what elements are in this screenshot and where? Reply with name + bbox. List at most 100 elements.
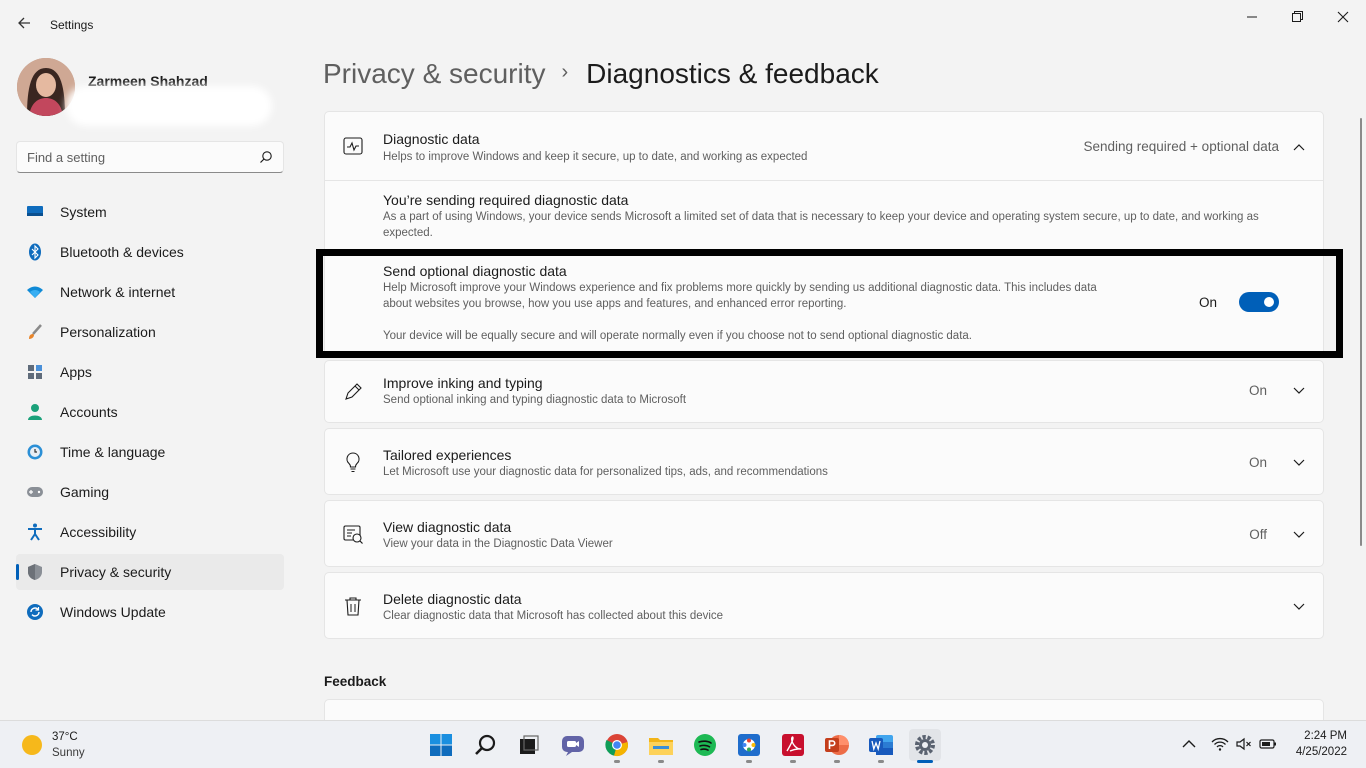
file-explorer-icon [649,738,673,755]
chrome-icon [605,734,628,756]
maximize-button[interactable] [1286,8,1308,26]
running-indicator [917,760,933,763]
sidebar-item-label: Time & language [60,444,166,460]
sidebar-item-accessibility[interactable]: Accessibility [16,514,284,550]
taskbar: 37°C Sunny 2:24 PM 4/25/2022 [0,720,1366,768]
chevron-down-icon[interactable] [1292,600,1306,614]
tailored-experiences-card[interactable]: Tailored experiences Let Microsoft use y… [324,428,1324,495]
optional-data-toggle-label: On [1198,295,1217,310]
diagnostic-data-title: Diagnostic data [383,131,480,147]
settings-app[interactable] [909,729,941,763]
data-viewer-icon [342,523,364,545]
task-view-button[interactable] [513,729,545,761]
optional-data-note: Your device will be equally secure and w… [383,330,972,342]
delete-data-title: Delete diagnostic data [383,591,522,607]
close-button[interactable] [1332,8,1354,26]
chevron-up-icon [1182,740,1196,748]
diagnostic-data-card: Diagnostic data Helps to improve Windows… [324,111,1324,356]
view-data-status: Off [1249,527,1267,542]
sidebar-item-apps[interactable]: Apps [16,354,284,390]
sidebar-item-label: Personalization [60,324,156,340]
chat-icon [562,736,584,756]
clock-time[interactable]: 2:24 PM [1304,730,1347,742]
chevron-down-icon[interactable] [1292,384,1306,398]
minimize-icon [1247,16,1257,18]
sidebar-item-label: Apps [60,364,92,380]
sidebar-item-label: Accounts [60,404,118,420]
photos-app[interactable] [733,729,765,763]
powerpoint-app[interactable] [821,729,853,763]
chevron-down-icon[interactable] [1292,528,1306,542]
search-box[interactable] [16,141,284,173]
running-indicator [746,760,752,763]
minimize-button[interactable] [1241,8,1263,26]
running-indicator [614,760,620,763]
shield-icon [26,563,44,581]
chevron-down-icon[interactable] [1292,456,1306,470]
start-button[interactable] [425,729,457,761]
sidebar-item-bluetooth[interactable]: Bluetooth & devices [16,234,284,270]
sidebar-item-network[interactable]: Network & internet [16,274,284,310]
sidebar-item-label: System [60,204,107,220]
sidebar-item-label: Accessibility [60,524,137,540]
sidebar-item-accounts[interactable]: Accounts [16,394,284,430]
view-data-title: View diagnostic data [383,519,512,535]
breadcrumb-parent[interactable]: Privacy & security [323,58,546,90]
file-explorer-app[interactable] [645,729,677,763]
profile-name: Zarmeen Shahzad [88,73,208,89]
diagnostic-data-header[interactable]: Diagnostic data Helps to improve Windows… [325,112,1323,180]
optional-data-title: Send optional diagnostic data [383,263,567,279]
page-title: Diagnostics & feedback [586,58,879,89]
search-icon [475,734,496,755]
clock-date[interactable]: 4/25/2022 [1296,746,1347,758]
back-arrow-icon [18,17,30,29]
network-tray-button[interactable] [1211,735,1229,753]
sun-icon[interactable] [22,735,42,755]
scrollbar[interactable] [1360,118,1362,546]
search-input[interactable] [17,142,237,172]
apps-icon [26,363,44,381]
search-icon[interactable] [259,150,273,164]
chrome-app[interactable] [601,729,633,763]
volume-tray-button[interactable] [1235,735,1253,753]
sidebar-item-privacy-security[interactable]: Privacy & security [16,554,284,590]
sidebar-item-gaming[interactable]: Gaming [16,474,284,510]
improve-inking-card[interactable]: Improve inking and typing Send optional … [324,360,1324,423]
sidebar-item-system[interactable]: System [16,194,284,230]
profile-email-redacted [72,92,266,120]
sidebar-item-label: Windows Update [60,604,166,620]
back-button[interactable] [14,12,36,34]
diagnostic-data-description: Helps to improve Windows and keep it sec… [383,151,808,163]
battery-icon [1259,739,1276,749]
show-hidden-icons-button[interactable] [1180,735,1198,753]
running-indicator [790,760,796,763]
brush-icon [26,323,44,341]
chat-button[interactable] [557,729,589,761]
tailored-status: On [1248,455,1267,470]
word-app[interactable] [865,729,897,763]
sidebar-item-time-language[interactable]: Time & language [16,434,284,470]
view-diagnostic-data-card[interactable]: View diagnostic data View your data in t… [324,500,1324,567]
chevron-up-icon[interactable] [1292,140,1306,154]
sidebar-item-personalization[interactable]: Personalization [16,314,284,350]
pen-icon [342,381,364,403]
running-indicator [658,760,664,763]
optional-data-toggle[interactable] [1239,292,1279,312]
optional-data-description: Help Microsoft improve your Windows expe… [383,282,1097,310]
sidebar-item-windows-update[interactable]: Windows Update [16,594,284,630]
acrobat-app[interactable] [777,729,809,763]
toggle-knob [1264,297,1274,307]
avatar[interactable] [17,58,75,116]
delete-data-description: Clear diagnostic data that Microsoft has… [383,610,724,622]
activity-icon [342,135,364,157]
photos-icon [738,734,760,756]
required-data-description: As a part of using Windows, your device … [383,211,1259,239]
wifi-icon [1211,737,1229,751]
weather-condition[interactable]: Sunny [52,747,85,759]
taskbar-search-button[interactable] [469,729,501,761]
running-indicator [834,760,840,763]
delete-diagnostic-data-card[interactable]: Delete diagnostic data Clear diagnostic … [324,572,1324,639]
spotify-app[interactable] [689,729,721,761]
weather-temperature[interactable]: 37°C [52,731,78,743]
battery-tray-button[interactable] [1259,735,1277,753]
